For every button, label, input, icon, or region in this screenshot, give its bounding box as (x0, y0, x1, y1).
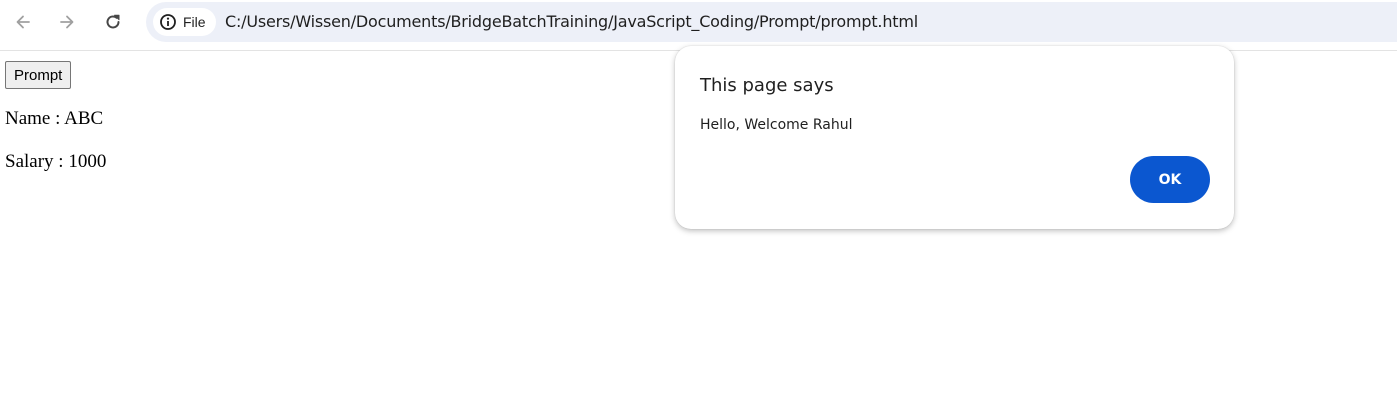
info-circle-icon (160, 14, 176, 30)
url-text[interactable]: C:/Users/Wissen/Documents/BridgeBatchTra… (225, 12, 918, 31)
prompt-button[interactable]: Prompt (5, 61, 72, 89)
salary-text: Salary : 1000 (5, 151, 107, 172)
forward-button[interactable] (52, 7, 82, 37)
browser-toolbar: File C:/Users/Wissen/Documents/BridgeBat… (0, 0, 1397, 51)
site-chip-label: File (183, 14, 206, 30)
reload-icon (106, 14, 120, 29)
ok-button[interactable]: OK (1130, 156, 1210, 203)
dialog-title: This page says (700, 75, 834, 96)
arrow-left-icon (16, 15, 30, 29)
alert-dialog: This page says Hello, Welcome Rahul OK (675, 46, 1234, 229)
dialog-message: Hello, Welcome Rahul (700, 117, 853, 133)
address-bar[interactable]: File C:/Users/Wissen/Documents/BridgeBat… (146, 2, 1397, 42)
arrow-right-icon (60, 15, 74, 29)
back-button[interactable] (8, 7, 38, 37)
reload-button[interactable] (98, 7, 128, 37)
name-text: Name : ABC (5, 108, 104, 129)
site-info-chip[interactable]: File (153, 8, 216, 36)
